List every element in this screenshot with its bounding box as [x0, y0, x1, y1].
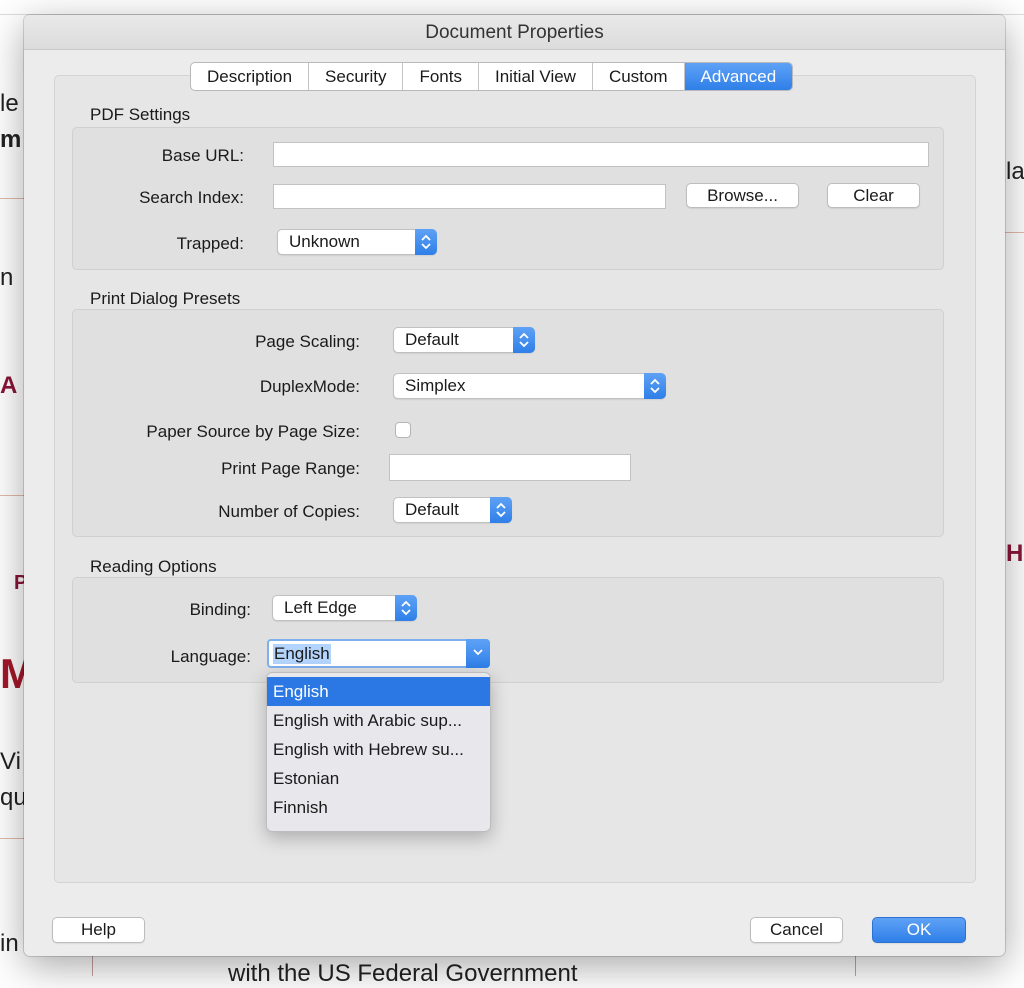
- up-down-arrows-icon: [490, 497, 512, 523]
- bg-fragment: le: [0, 90, 19, 117]
- language-option[interactable]: English with Arabic sup...: [267, 706, 490, 735]
- language-option[interactable]: Estonian: [267, 764, 490, 793]
- search-index-label: Search Index:: [139, 188, 244, 207]
- bg-fragment: H: [1006, 540, 1024, 567]
- language-dropdown-menu: English English with Arabic sup... Engli…: [266, 672, 491, 832]
- base-url-label: Base URL:: [161, 146, 244, 165]
- bg-fragment: A: [0, 372, 18, 399]
- clear-button[interactable]: Clear: [827, 183, 920, 208]
- binding-label: Binding:: [189, 600, 251, 619]
- language-value[interactable]: English: [273, 644, 331, 664]
- up-down-arrows-icon: [644, 373, 666, 399]
- tab-description[interactable]: Description: [191, 63, 310, 90]
- ok-button[interactable]: OK: [872, 917, 966, 943]
- duplex-mode-label: DuplexMode:: [259, 377, 360, 396]
- tab-fonts[interactable]: Fonts: [403, 63, 479, 90]
- print-presets-title: Print Dialog Presets: [90, 289, 241, 308]
- bg-fragment: in: [0, 930, 19, 957]
- up-down-arrows-icon: [513, 327, 535, 353]
- page-scaling-value: Default: [405, 330, 459, 349]
- trapped-label: Trapped:: [176, 234, 244, 253]
- bg-fragment: Vi: [0, 748, 21, 775]
- bg-fragment: m: [0, 126, 22, 153]
- bg-fragment: with the US Federal Government: [228, 960, 578, 987]
- tab-initial-view[interactable]: Initial View: [479, 63, 593, 90]
- bg-fragment: la: [1006, 158, 1024, 185]
- help-button[interactable]: Help: [52, 917, 145, 943]
- chevron-down-icon[interactable]: [466, 639, 490, 668]
- language-combobox[interactable]: English: [267, 639, 490, 668]
- reading-options-group: [72, 577, 944, 683]
- paper-source-label: Paper Source by Page Size:: [146, 422, 360, 441]
- tab-advanced[interactable]: Advanced: [684, 63, 793, 90]
- document-properties-dialog: Document Properties Description Security…: [24, 15, 1005, 956]
- trapped-popup[interactable]: Unknown: [277, 229, 437, 255]
- base-url-field[interactable]: [273, 142, 929, 167]
- language-label: Language:: [170, 647, 251, 666]
- bg-fragment: n: [0, 264, 14, 291]
- trapped-value: Unknown: [289, 232, 360, 251]
- tab-custom[interactable]: Custom: [593, 63, 685, 90]
- language-option[interactable]: English with Hebrew su...: [267, 735, 490, 764]
- up-down-arrows-icon: [395, 595, 417, 621]
- tab-bar: Description Security Fonts Initial View …: [190, 62, 794, 91]
- language-option[interactable]: English: [267, 677, 490, 706]
- number-of-copies-value: Default: [405, 500, 459, 519]
- browse-button[interactable]: Browse...: [686, 183, 799, 208]
- cancel-button[interactable]: Cancel: [750, 917, 843, 943]
- print-page-range-label: Print Page Range:: [221, 459, 360, 478]
- duplex-mode-value: Simplex: [405, 376, 466, 395]
- tab-security[interactable]: Security: [309, 63, 404, 90]
- number-of-copies-popup[interactable]: Default: [393, 497, 512, 523]
- page-scaling-label: Page Scaling:: [255, 332, 360, 351]
- up-down-arrows-icon: [415, 229, 437, 255]
- print-page-range-field[interactable]: [389, 454, 631, 481]
- pdf-settings-title: PDF Settings: [90, 105, 191, 124]
- number-of-copies-label: Number of Copies:: [218, 502, 360, 521]
- paper-source-checkbox[interactable]: [395, 422, 411, 438]
- binding-value: Left Edge: [284, 598, 357, 617]
- binding-popup[interactable]: Left Edge: [272, 595, 417, 621]
- page-scaling-popup[interactable]: Default: [393, 327, 535, 353]
- dialog-title: Document Properties: [24, 15, 1005, 50]
- language-option[interactable]: Finnish: [267, 793, 490, 822]
- search-index-field[interactable]: [273, 184, 666, 209]
- duplex-mode-popup[interactable]: Simplex: [393, 373, 666, 399]
- reading-options-title: Reading Options: [90, 557, 217, 576]
